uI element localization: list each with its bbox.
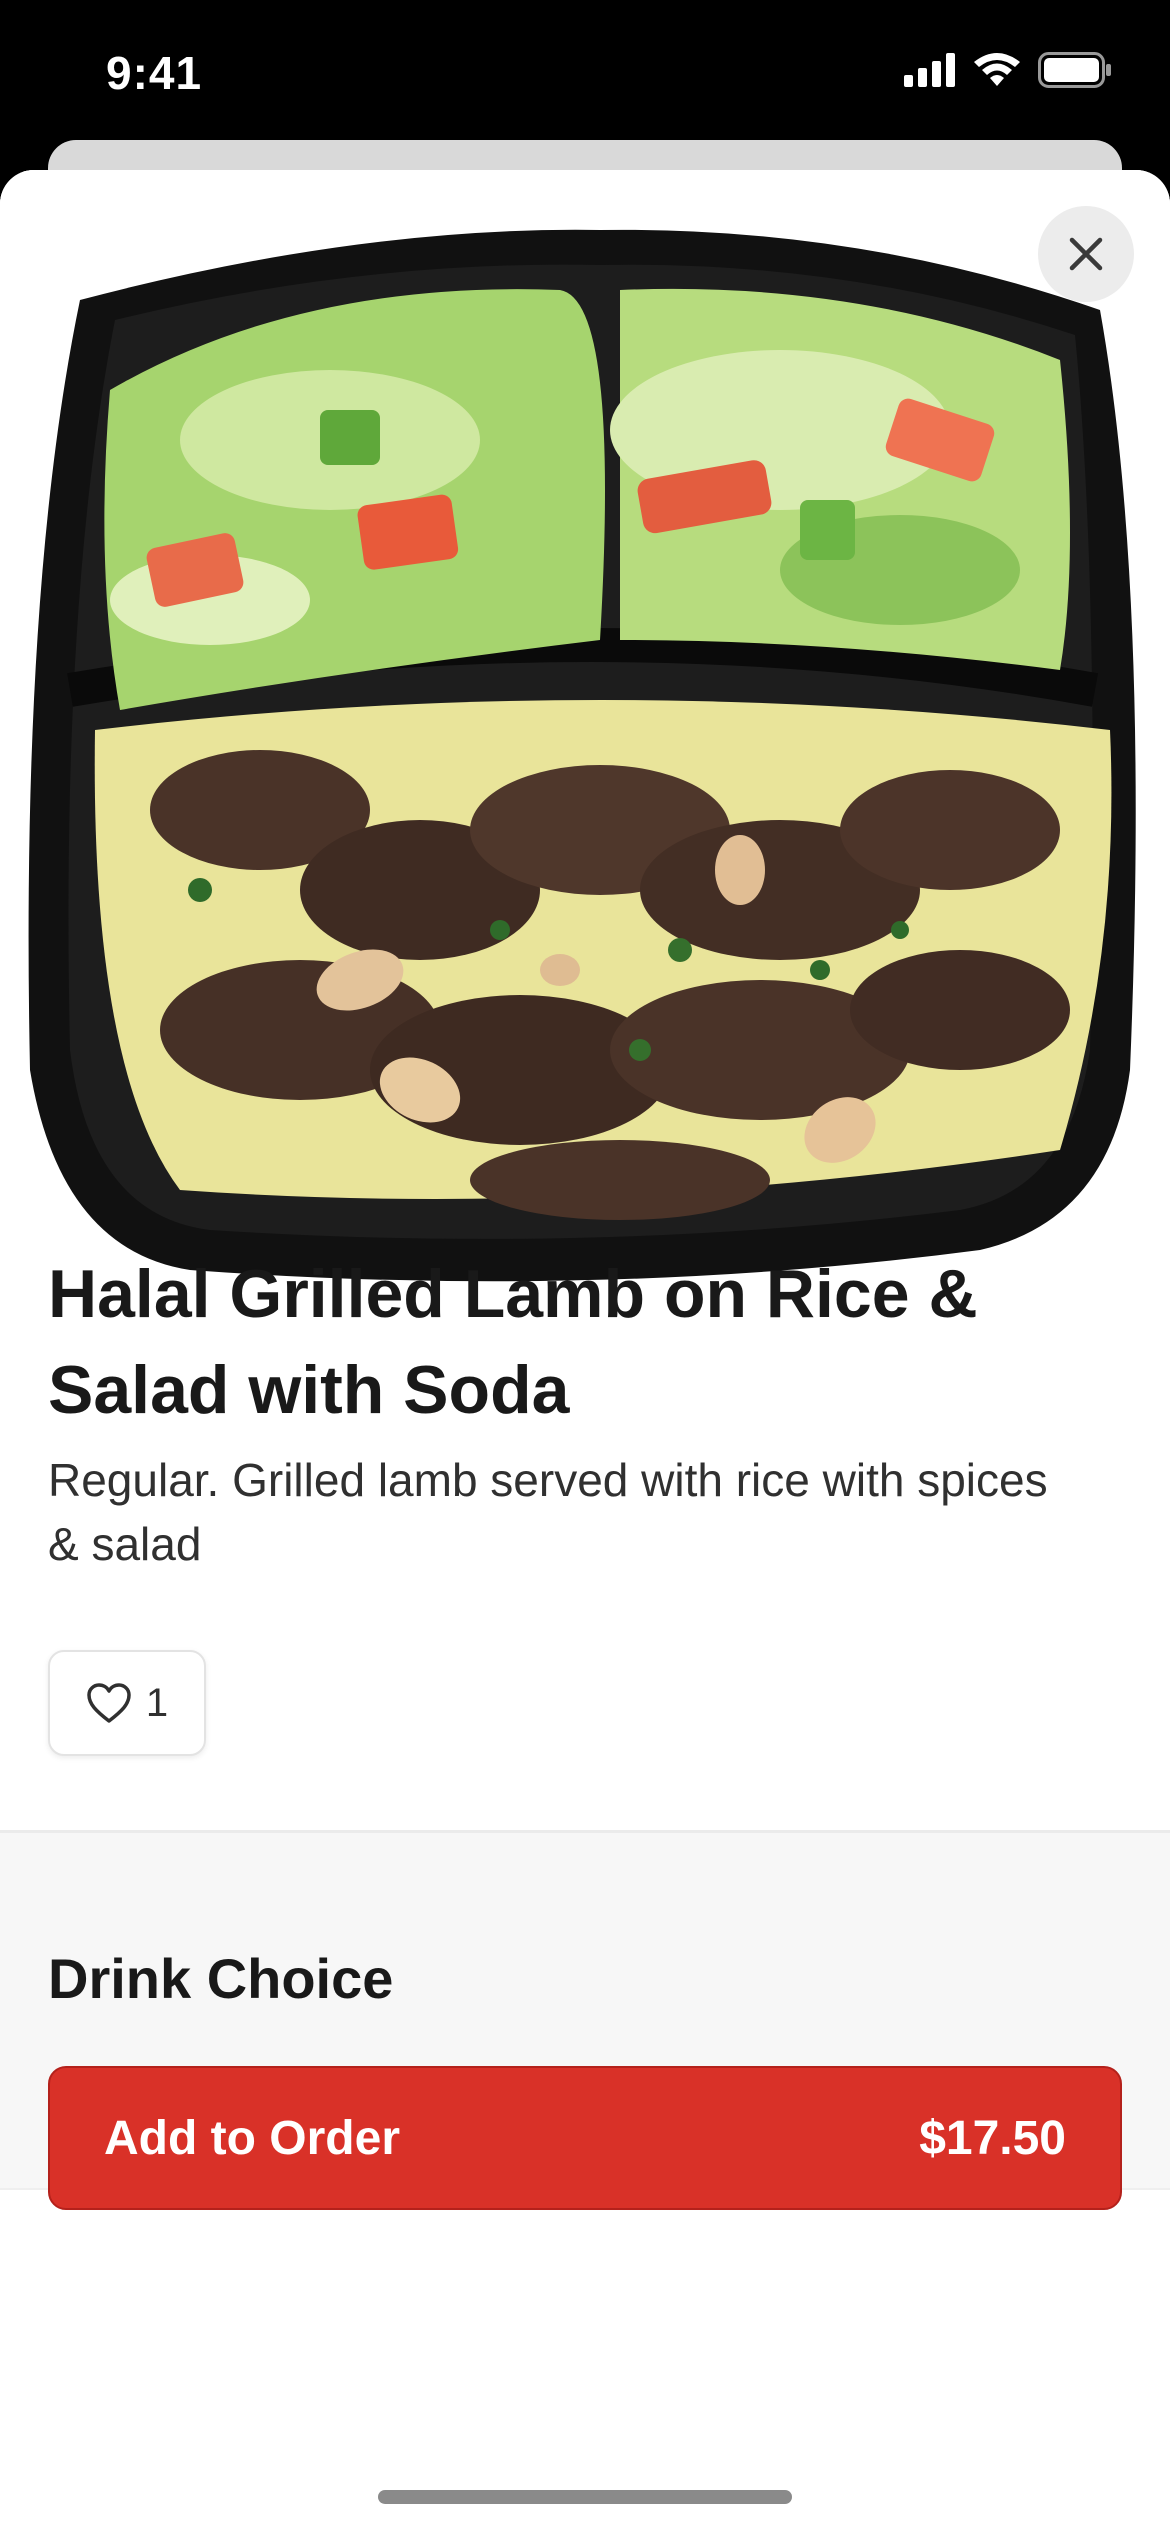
like-count: 1 (145, 1680, 169, 1725)
like-button[interactable]: 1 (48, 1650, 206, 1756)
wifi-icon (974, 53, 1020, 86)
home-indicator[interactable] (378, 2490, 792, 2504)
battery-icon (1038, 52, 1111, 88)
item-description: Regular. Grilled lamb served with rice w… (48, 1454, 1048, 1570)
add-to-order-button[interactable]: Add to Order $17.50 (48, 2066, 1122, 2210)
food-image (0, 170, 1170, 1350)
add-to-order-label: Add to Order (104, 2111, 400, 2165)
status-time: 9:41 (106, 47, 203, 99)
item-title: Halal Grilled Lamb on Rice & Salad with … (48, 1256, 978, 1428)
heart-icon (87, 1683, 131, 1723)
close-icon (1069, 237, 1103, 271)
section-title-drink-choice: Drink Choice (48, 1947, 394, 2010)
status-bar: 9:41 (0, 0, 1170, 140)
close-button[interactable] (1038, 206, 1134, 302)
signal-icon (904, 53, 955, 87)
order-price: $17.50 (919, 2111, 1066, 2165)
footer (0, 2188, 1170, 2362)
status-icons (904, 52, 1112, 88)
